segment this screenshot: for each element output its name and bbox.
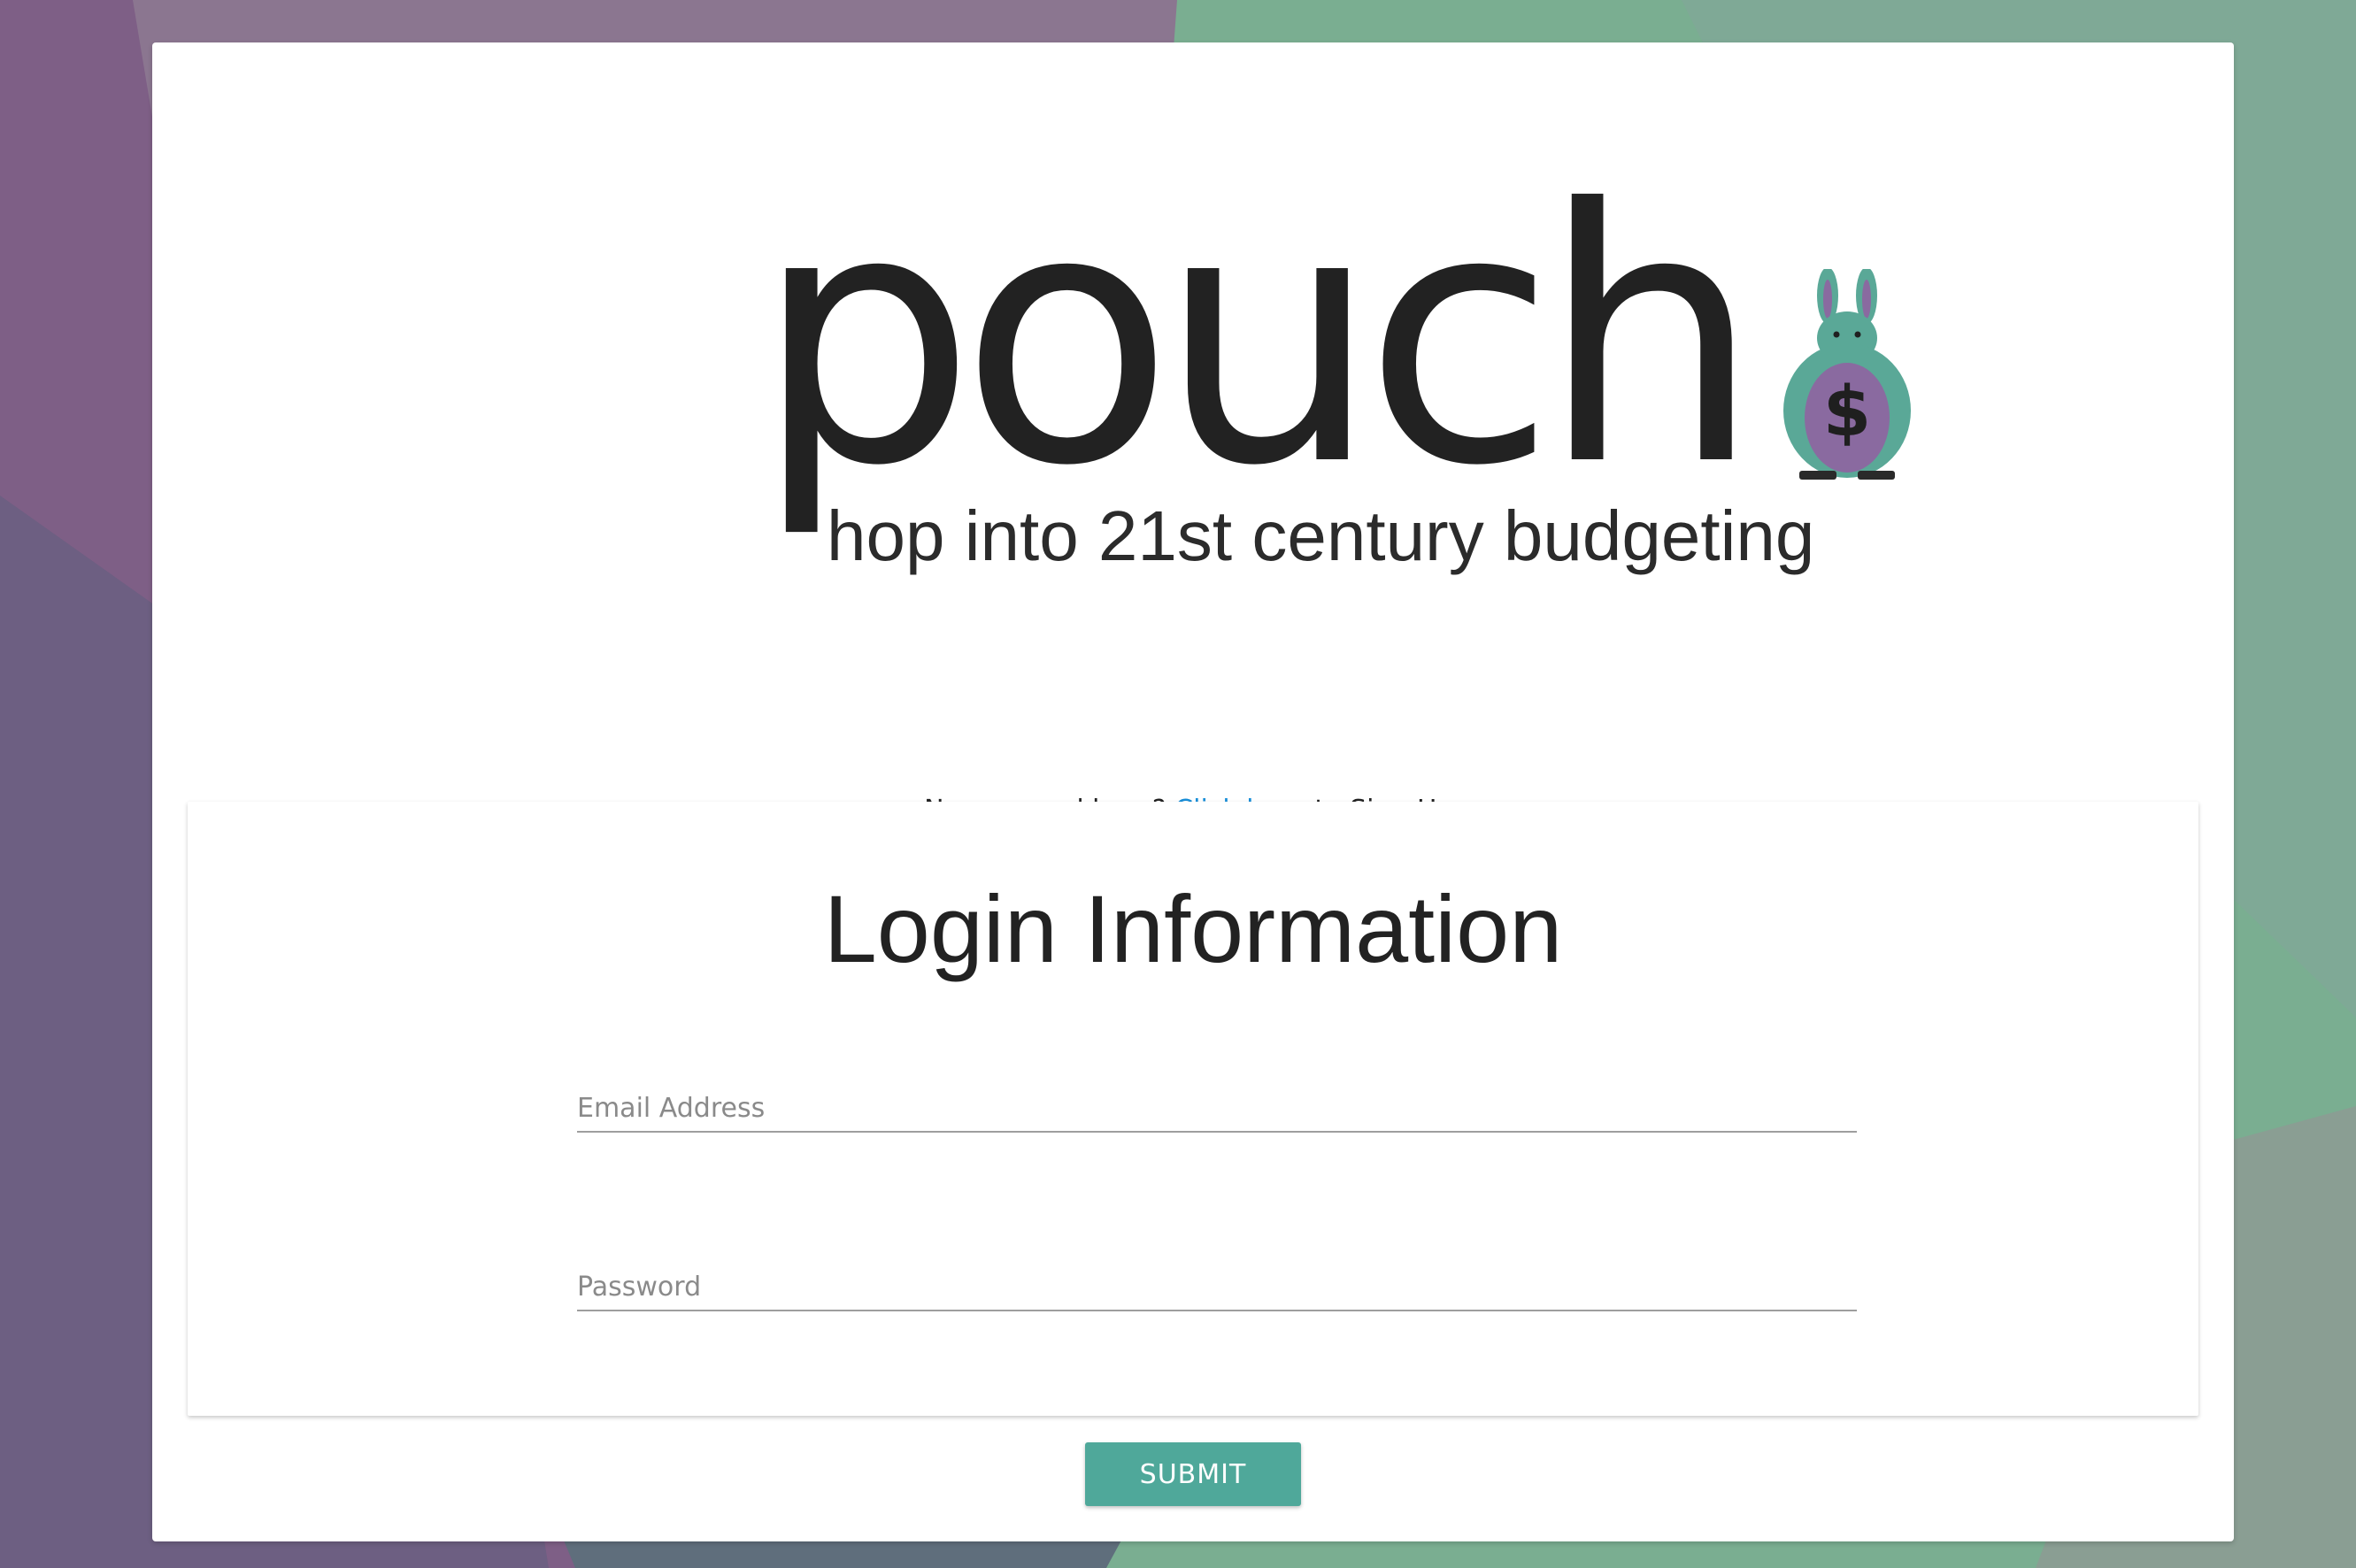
- email-field[interactable]: [577, 1093, 1857, 1124]
- logo-tagline: hop into 21st century budgeting: [827, 496, 1815, 575]
- kangaroo-dollar-icon: $: [1776, 267, 1918, 487]
- logo-wordmark: pouch: [754, 135, 1761, 542]
- login-card: Login Information: [188, 802, 2198, 1416]
- email-field-container: [577, 1067, 1857, 1133]
- password-field[interactable]: [577, 1272, 1857, 1303]
- submit-button[interactable]: SUBMIT: [1085, 1442, 1301, 1506]
- svg-text:$: $: [1823, 373, 1871, 452]
- login-title: Login Information: [823, 875, 1563, 982]
- main-card: pouch $ hop into 21st century budgeting …: [152, 42, 2234, 1541]
- pouch-logo: pouch $ hop into 21st century budgeting: [754, 165, 1940, 598]
- password-field-container: [577, 1246, 1857, 1311]
